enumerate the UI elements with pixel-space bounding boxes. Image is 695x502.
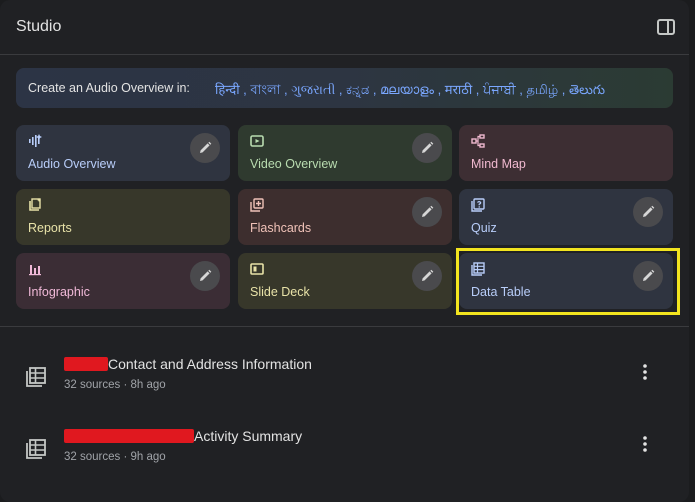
video-icon (250, 135, 264, 147)
language-links[interactable]: हिन्दी , বাংলা , ગુજરાતી , ಕನ್ನಡ , മലയാള… (215, 80, 605, 102)
output-subtitle: 32 sources · 9h ago (64, 451, 166, 463)
card-audio-overview[interactable]: Audio Overview (16, 125, 230, 181)
mind-map-icon (471, 134, 485, 148)
card-mind-map[interactable]: Mind Map (459, 125, 673, 181)
divider (0, 326, 689, 327)
pencil-icon (643, 205, 655, 217)
output-row[interactable]: Activity Summary 32 sources · 9h ago (0, 418, 689, 478)
quiz-icon (471, 198, 485, 212)
pencil-icon (643, 269, 655, 281)
card-label: Slide Deck (250, 285, 310, 299)
output-title: Activity Summary (194, 428, 303, 444)
card-reports[interactable]: Reports (16, 189, 230, 245)
edit-button[interactable] (633, 261, 663, 291)
edit-button[interactable] (190, 133, 220, 163)
edit-button[interactable] (412, 197, 442, 227)
flashcards-icon (250, 198, 264, 212)
card-infographic[interactable]: Infographic (16, 253, 230, 309)
edit-button[interactable] (412, 133, 442, 163)
card-quiz[interactable]: Quiz (459, 189, 673, 245)
data-table-icon (26, 439, 46, 459)
pencil-icon (200, 141, 212, 153)
redaction-mark (64, 357, 108, 371)
studio-panel: Studio Create an Audio Overview in: हिन्… (0, 0, 689, 502)
collapse-panel-icon[interactable] (657, 19, 675, 35)
edit-button[interactable] (412, 261, 442, 291)
reports-icon (29, 198, 41, 211)
card-data-table[interactable]: Data Table (459, 253, 673, 309)
edit-button[interactable] (633, 197, 663, 227)
card-label: Reports (28, 221, 72, 235)
pencil-icon (422, 205, 434, 217)
more-options-icon[interactable] (637, 362, 653, 382)
audio-language-banner: Create an Audio Overview in: हिन्दी , বা… (16, 68, 673, 108)
card-video-overview[interactable]: Video Overview (238, 125, 452, 181)
infographic-icon (29, 265, 41, 276)
redaction-mark (64, 429, 194, 443)
pencil-icon (200, 269, 212, 281)
output-title-line: Contact and Address Information (64, 356, 312, 372)
slide-deck-icon (250, 263, 264, 275)
card-slide-deck[interactable]: Slide Deck (238, 253, 452, 309)
pencil-icon (422, 141, 434, 153)
card-label: Infographic (28, 285, 90, 299)
output-title: Contact and Address Information (108, 356, 312, 372)
more-options-icon[interactable] (637, 434, 653, 454)
data-table-icon (471, 262, 485, 276)
card-label: Data Table (471, 285, 531, 299)
card-label: Audio Overview (28, 157, 116, 171)
studio-header: Studio (0, 0, 689, 55)
panel-title: Studio (16, 18, 62, 35)
card-flashcards[interactable]: Flashcards (238, 189, 452, 245)
card-label: Flashcards (250, 221, 312, 235)
card-label: Mind Map (471, 157, 526, 171)
card-label: Video Overview (250, 157, 338, 171)
output-title-line: Activity Summary (64, 428, 302, 444)
card-label: Quiz (471, 221, 497, 235)
audio-wave-icon (29, 134, 42, 147)
edit-button[interactable] (190, 261, 220, 291)
data-table-icon (26, 367, 46, 387)
output-subtitle: 32 sources · 8h ago (64, 379, 166, 391)
output-row[interactable]: Contact and Address Information 32 sourc… (0, 346, 689, 406)
pencil-icon (422, 269, 434, 281)
banner-lead-text: Create an Audio Overview in: (28, 81, 190, 95)
